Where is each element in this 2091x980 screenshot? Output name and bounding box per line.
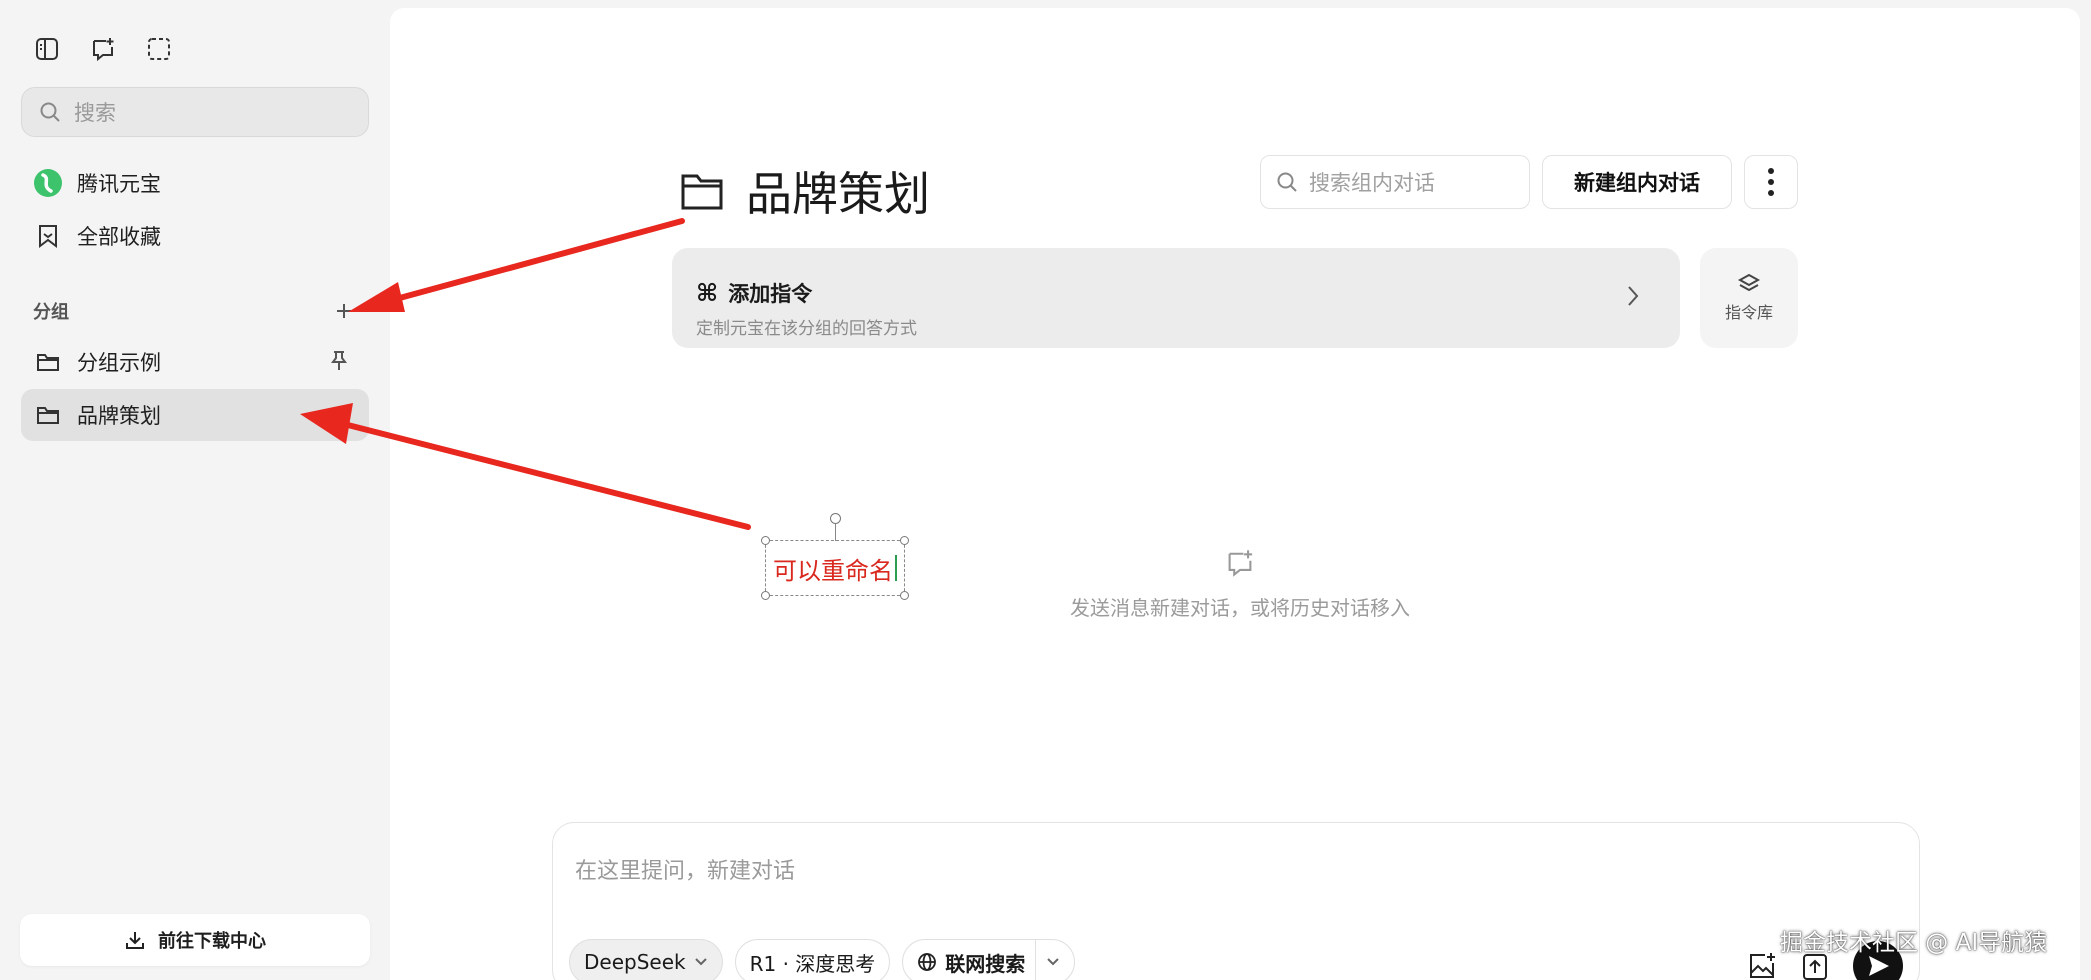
sidebar-search-input[interactable]: 搜索	[21, 87, 369, 137]
group-header-label: 分组	[33, 302, 69, 323]
instruction-library-label: 指令库	[1724, 303, 1773, 322]
sidebar-search-placeholder: 搜索	[74, 101, 116, 125]
deep-think-label: R1 · 深度思考	[749, 951, 876, 976]
chevron-down-icon	[694, 958, 707, 966]
chip-divider	[1035, 940, 1037, 980]
sidebar-item-group-example[interactable]: 分组示例	[21, 336, 369, 388]
more-vertical-icon	[1768, 168, 1774, 196]
empty-state-message: 发送消息新建对话，或将历史对话移入	[1070, 596, 1410, 620]
group-section-header: 分组	[33, 298, 353, 324]
sidebar-toolbar	[32, 34, 174, 64]
deep-think-toggle[interactable]: R1 · 深度思考	[734, 939, 891, 980]
select-area-icon[interactable]	[144, 34, 174, 64]
annotation-stem	[835, 523, 836, 541]
empty-state: 发送消息新建对话，或将历史对话移入	[990, 548, 1490, 621]
chevron-down-icon[interactable]	[1046, 957, 1060, 967]
more-options-button[interactable]	[1744, 155, 1798, 209]
resize-handle	[761, 536, 770, 545]
folder-icon	[681, 174, 723, 210]
new-group-chat-label: 新建组内对话	[1574, 171, 1700, 195]
add-instruction-title: 添加指令	[728, 282, 813, 306]
web-search-label: 联网搜索	[945, 951, 1026, 976]
annotation-text: 可以重命名	[773, 556, 893, 585]
page-title[interactable]: 品牌策划	[746, 158, 930, 224]
sidebar-item-label: 品牌策划	[77, 404, 161, 428]
model-label: DeepSeek	[584, 950, 686, 974]
composer-chips: DeepSeek R1 · 深度思考 联网搜索	[569, 939, 1076, 980]
sidebar-item-favorites[interactable]: 全部收藏	[21, 210, 369, 262]
text-cursor	[895, 555, 897, 581]
rename-annotation: 可以重命名	[761, 513, 909, 600]
web-search-toggle[interactable]: 联网搜索	[902, 939, 1076, 980]
add-group-icon[interactable]	[335, 302, 353, 320]
new-group-chat-button[interactable]: 新建组内对话	[1542, 155, 1732, 209]
sidebar-item-label: 全部收藏	[77, 225, 161, 249]
layers-icon	[1737, 273, 1761, 292]
composer-input[interactable]: 在这里提问，新建对话	[575, 853, 795, 885]
main-panel: 品牌策划 搜索组内对话 新建组内对话 ⌘ 添加指令 定制元宝在该分组的回答方式 …	[390, 8, 2080, 980]
sidebar-item-yuanbao[interactable]: 腾讯元宝	[21, 157, 369, 209]
yuanbao-logo-icon	[33, 168, 63, 198]
group-search-placeholder: 搜索组内对话	[1309, 171, 1435, 195]
resize-handle	[761, 591, 770, 600]
search-icon	[40, 102, 60, 122]
search-icon	[1277, 172, 1297, 192]
globe-icon	[918, 953, 937, 971]
rotate-handle	[830, 513, 841, 524]
add-image-icon[interactable]	[1747, 951, 1777, 980]
folder-icon	[33, 347, 63, 377]
sidebar-item-label: 腾讯元宝	[77, 172, 161, 196]
new-chat-icon	[1228, 550, 1253, 577]
command-icon: ⌘	[696, 279, 719, 307]
sidebar-item-brand-planning[interactable]: 品牌策划	[21, 389, 369, 441]
group-search-input[interactable]: 搜索组内对话	[1260, 155, 1530, 209]
pin-icon[interactable]	[330, 350, 348, 376]
instruction-library-button[interactable]: 指令库	[1700, 248, 1798, 348]
composer[interactable]: 在这里提问，新建对话 DeepSeek R1 · 深度思考 联网搜索	[552, 822, 1920, 980]
chevron-right-icon	[1628, 286, 1639, 306]
download-center-label: 前往下载中心	[158, 931, 266, 952]
watermark: 掘金技术社区 @ AI导航猿	[1780, 930, 2048, 956]
add-instruction-subtitle: 定制元宝在该分组的回答方式	[696, 319, 917, 339]
bookmark-icon	[33, 221, 63, 251]
new-chat-icon[interactable]	[88, 34, 118, 64]
sidebar-item-label: 分组示例	[77, 351, 161, 375]
sidebar: 搜索 腾讯元宝 全部收藏 分组 分组示例 品牌策划 前往下载中心	[0, 0, 390, 980]
add-instruction-bar[interactable]: ⌘ 添加指令 定制元宝在该分组的回答方式	[672, 248, 1680, 348]
toggle-sidebar-icon[interactable]	[32, 34, 62, 64]
model-select[interactable]: DeepSeek	[569, 939, 723, 980]
page-header: 品牌策划	[680, 158, 930, 224]
resize-handle	[900, 591, 909, 600]
download-icon	[126, 932, 144, 949]
download-center-button[interactable]: 前往下载中心	[20, 914, 370, 966]
folder-icon	[33, 400, 63, 430]
resize-handle	[900, 536, 909, 545]
